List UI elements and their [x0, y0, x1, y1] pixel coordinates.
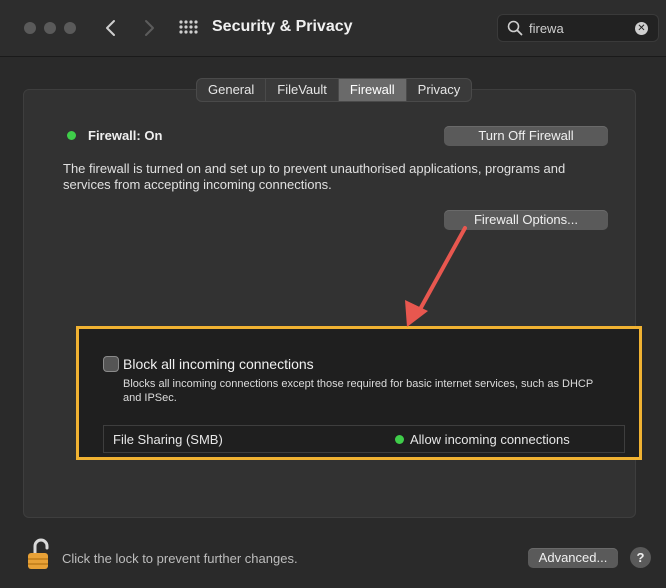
close-window-button[interactable]	[24, 22, 36, 34]
forward-button[interactable]	[138, 16, 160, 40]
tab-firewall[interactable]: Firewall	[338, 79, 407, 101]
block-incoming-label[interactable]: Block all incoming connections	[123, 356, 314, 372]
firewall-options-callout: Block all incoming connections Blocks al…	[76, 326, 642, 460]
preferences-window: Security & Privacy firewa ✕ General File…	[0, 0, 666, 588]
tab-filevault[interactable]: FileVault	[266, 79, 339, 101]
app-name: File Sharing (SMB)	[113, 432, 223, 447]
lock-hint: Click the lock to prevent further change…	[62, 551, 298, 566]
turn-off-firewall-button[interactable]: Turn Off Firewall	[444, 126, 608, 146]
search-input[interactable]: firewa	[529, 21, 564, 36]
help-button[interactable]: ?	[630, 547, 651, 568]
chevron-left-icon	[106, 20, 115, 36]
lock-icon[interactable]	[26, 538, 52, 570]
block-incoming-checkbox[interactable]	[103, 356, 119, 372]
grid-icon	[179, 20, 198, 34]
clear-search-icon[interactable]: ✕	[635, 22, 648, 35]
table-row[interactable]: File Sharing (SMB) Allow incoming connec…	[103, 425, 625, 453]
firewall-status-indicator	[67, 131, 76, 140]
firewall-status: Firewall: On	[88, 128, 163, 143]
show-all-button[interactable]	[178, 19, 198, 39]
app-connection-status: Allow incoming connections	[410, 432, 570, 447]
tab-bar: General FileVault Firewall Privacy	[196, 78, 473, 102]
titlebar: Security & Privacy firewa ✕	[0, 0, 666, 57]
allow-status-indicator	[395, 435, 404, 444]
firewall-description: The firewall is turned on and set up to …	[63, 161, 566, 192]
firewall-options-button[interactable]: Firewall Options...	[444, 210, 608, 230]
back-button[interactable]	[100, 16, 122, 40]
tab-general[interactable]: General	[197, 79, 267, 101]
search-field[interactable]: firewa ✕	[497, 14, 659, 42]
window-title: Security & Privacy	[212, 18, 353, 35]
search-icon	[507, 20, 523, 36]
block-incoming-description: Blocks all incoming connections except t…	[123, 378, 593, 404]
tab-privacy[interactable]: Privacy	[407, 79, 472, 101]
chevron-right-icon	[145, 20, 154, 36]
minimize-window-button[interactable]	[44, 22, 56, 34]
zoom-window-button[interactable]	[64, 22, 76, 34]
advanced-button[interactable]: Advanced...	[528, 548, 618, 568]
